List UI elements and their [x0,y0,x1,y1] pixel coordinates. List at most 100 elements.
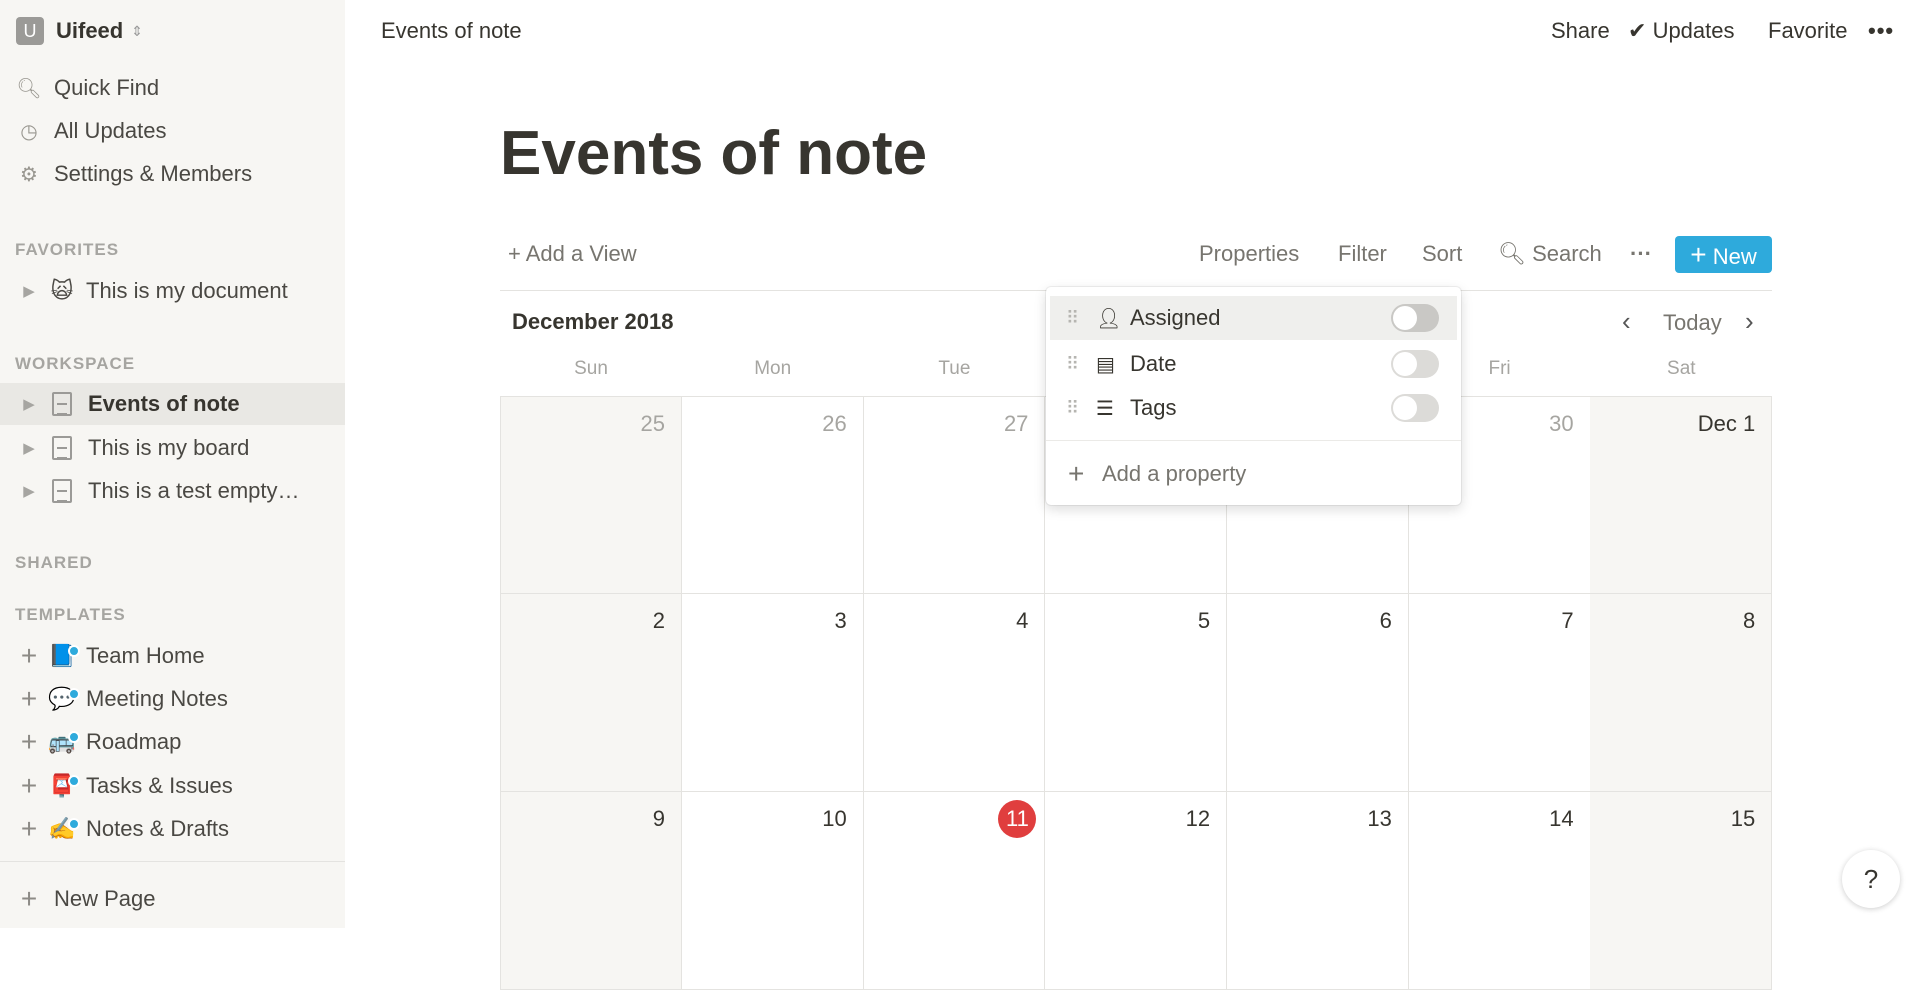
help-button[interactable]: ? [1842,850,1900,908]
visibility-toggle[interactable] [1391,304,1439,332]
label: This is my document [86,278,288,303]
next-month-icon[interactable]: › [1745,306,1754,337]
workspace-switcher[interactable]: U Uifeed ⇕ [0,10,345,52]
person-icon: 👤︎ [1096,307,1122,330]
visibility-toggle[interactable] [1391,394,1439,422]
new-button[interactable]: + New [1675,236,1772,273]
calendar-day-cell[interactable]: 7 [1408,594,1591,792]
template-roadmap[interactable]: + 🚌 Roadmap [0,721,345,763]
filter-button[interactable]: Filter [1338,234,1387,274]
drag-handle-icon[interactable]: ⠿ [1066,308,1096,329]
shared-header: SHARED [15,553,93,572]
sidebar-item-board[interactable]: ▶ This is my board [0,427,345,469]
expand-triangle-icon[interactable]: ▶ [14,439,44,457]
speech-emoji-icon: 💬 [44,686,80,712]
search-button[interactable]: 🔍︎ Search [1498,234,1602,274]
calendar-day-cell[interactable]: 27 [863,396,1046,594]
template-notes-drafts[interactable]: + ✍️ Notes & Drafts [0,808,345,850]
plus-icon[interactable]: + [14,726,44,758]
label: Roadmap [86,729,182,754]
today-button[interactable]: Today [1663,310,1722,336]
calendar-day-cell[interactable]: 3 [681,594,864,792]
calendar-day-cell[interactable]: 12 [1045,792,1228,990]
property-row-assigned[interactable]: ⠿ 👤︎ Assigned [1050,296,1457,340]
weekday-header: Sun [574,358,608,379]
label: Tasks & Issues [86,773,233,798]
calendar-day-cell[interactable]: 4 [863,594,1046,792]
property-row-date[interactable]: ⠿ ▤ Date [1050,342,1457,386]
favorite-button[interactable]: Favorite [1768,10,1847,52]
templates-header: TEMPLATES [15,605,126,624]
template-tasks-issues[interactable]: + 📮 Tasks & Issues [0,765,345,807]
expand-triangle-icon[interactable]: ▶ [14,482,44,500]
calendar-day-cell[interactable]: Dec 1 [1590,396,1773,594]
day-number: 6 [1379,608,1392,633]
sidebar-item-events-of-note[interactable]: ▶ Events of note [0,383,345,425]
plus-icon[interactable]: + [14,770,44,802]
calendar-day-cell[interactable]: 13 [1226,792,1409,990]
drag-handle-icon[interactable]: ⠿ [1066,354,1096,375]
sidebar-item-settings[interactable]: ⚙ Settings & Members [0,153,345,195]
day-number: 7 [1561,608,1574,633]
more-icon[interactable]: ··· [1630,234,1652,274]
plus-icon: + [1690,239,1707,270]
prev-month-icon[interactable]: ‹ [1622,306,1631,337]
template-team-home[interactable]: + 📘 Team Home [0,635,345,677]
expand-triangle-icon[interactable]: ▶ [14,282,44,300]
updates-button[interactable]: ✔ Updates [1628,10,1735,52]
add-property-button[interactable]: + Add a property [1050,452,1457,496]
label: Settings & Members [54,161,253,186]
calendar-day-cell[interactable]: 14 [1408,792,1591,990]
more-options-icon[interactable]: ••• [1868,10,1894,52]
calendar-day-cell[interactable]: 26 [681,396,864,594]
calendar-day-cell[interactable]: 2 [500,594,682,792]
month-label: December 2018 [512,309,674,334]
weekday-header: Sat [1667,358,1696,379]
calendar-day-cell[interactable]: 11 [863,792,1046,990]
sidebar: U Uifeed ⇕ 🔍︎ Quick Find ◷ All Updates ⚙ Se… [0,0,345,928]
calendar-day-cell[interactable]: 10 [681,792,864,990]
calendar-day-cell[interactable]: 5 [1045,594,1228,792]
share-button[interactable]: Share [1551,10,1610,52]
template-meeting-notes[interactable]: + 💬 Meeting Notes [0,678,345,720]
plus-icon: + [1068,458,1085,489]
day-number: 30 [1549,411,1574,436]
sidebar-item-favorite[interactable]: ▶ 🙀 This is my document [0,270,345,312]
plus-icon[interactable]: + [14,640,44,672]
plus-icon[interactable]: + [14,683,44,715]
label: This is a test empty… [88,478,300,503]
label: Quick Find [54,75,160,100]
breadcrumb[interactable]: Events of note [381,10,522,52]
calendar-day-cell[interactable]: 8 [1590,594,1773,792]
day-number: 4 [1016,608,1029,633]
day-number: 12 [1185,806,1211,831]
clock-icon: ◷ [20,120,38,143]
expand-triangle-icon[interactable]: ▶ [14,395,44,413]
check-icon: ✔ [1628,18,1647,43]
property-row-tags[interactable]: ⠿ ☰ Tags [1050,386,1457,430]
calendar-day-cell[interactable]: 15 [1590,792,1773,990]
visibility-toggle[interactable] [1391,350,1439,378]
sidebar-item-test-empty[interactable]: ▶ This is a test empty… [0,470,345,512]
calendar-day-cell[interactable]: 9 [500,792,682,990]
new-dot-icon [68,688,80,700]
sidebar-item-quick-find[interactable]: 🔍︎ Quick Find [0,67,345,109]
page-title[interactable]: Events of note [500,118,927,189]
divider [0,861,345,862]
properties-popup: ⠿ 👤︎ Assigned ⠿ ▤ Date ⠿ ☰ Tags + Add a propert… [1046,287,1461,505]
label: Tags [1130,395,1177,420]
sort-button[interactable]: Sort [1422,234,1462,274]
workspace-header: WORKSPACE [15,354,136,373]
day-number: 27 [1003,411,1029,436]
calendar-day-cell[interactable]: 25 [500,396,682,594]
calendar-day-cell[interactable]: 6 [1226,594,1409,792]
new-page-button[interactable]: + New Page [0,878,345,920]
add-view-button[interactable]: + Add a View [508,234,637,274]
chevron-updown-icon: ⇕ [131,22,143,39]
sidebar-item-all-updates[interactable]: ◷ All Updates [0,110,345,152]
new-dot-icon [68,818,80,830]
calendar-icon: ▤ [1096,353,1115,376]
plus-icon[interactable]: + [14,813,44,845]
properties-button[interactable]: Properties [1199,234,1299,274]
drag-handle-icon[interactable]: ⠿ [1066,398,1096,419]
